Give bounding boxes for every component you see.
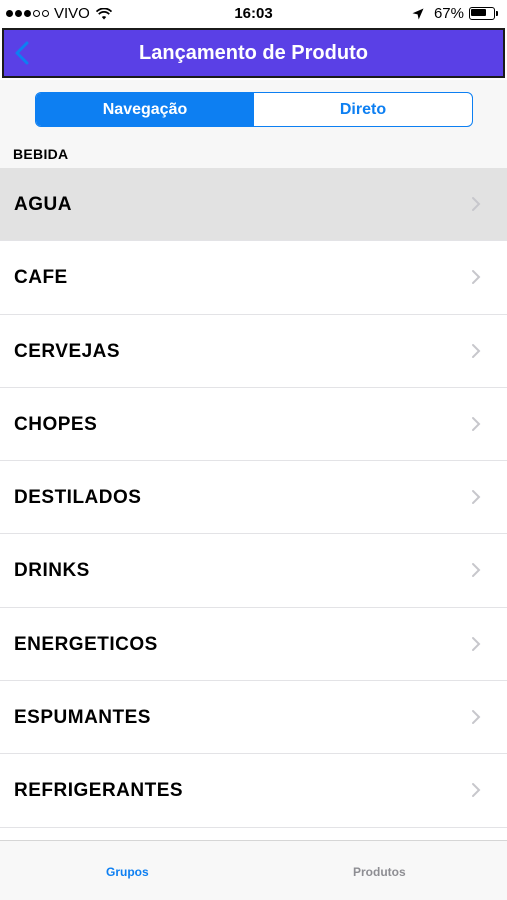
list-item-label: DESTILADOS xyxy=(14,487,142,509)
list-item-energeticos[interactable]: ENERGETICOS xyxy=(0,607,507,682)
status-bar: VIVO 16:03 67% xyxy=(0,0,507,28)
list-item-agua[interactable]: AGUA xyxy=(0,168,507,242)
page-title: Lançamento de Produto xyxy=(139,42,368,64)
list-item-label: ENERGETICOS xyxy=(14,633,158,655)
list-item-label: REFRIGERANTES xyxy=(14,780,184,802)
list-item-refrigerantes[interactable]: REFRIGERANTES xyxy=(0,754,507,828)
battery-fill xyxy=(471,9,486,16)
battery-percent: 67% xyxy=(433,5,464,22)
chevron-right-icon xyxy=(472,783,481,798)
tab-produtos[interactable]: Produtos xyxy=(353,865,406,879)
list-item-cafe[interactable]: CAFE xyxy=(0,241,507,315)
battery-icon xyxy=(469,7,499,20)
tab-grupos[interactable]: Grupos xyxy=(106,865,149,879)
list-item-label: CHOPES xyxy=(14,413,98,435)
chevron-right-icon xyxy=(472,270,481,285)
chevron-right-icon xyxy=(472,416,481,431)
list-item-cervejas[interactable]: CERVEJAS xyxy=(0,314,507,388)
segmented-control: Navegação Direto xyxy=(35,92,473,127)
list-item-label: AGUA xyxy=(14,194,72,215)
chevron-right-icon xyxy=(472,563,481,578)
section-header: BEBIDA xyxy=(0,138,507,168)
status-right: 67% xyxy=(412,5,499,22)
list-item-label: CAFE xyxy=(14,267,68,289)
segment-area: Navegação Direto xyxy=(0,80,507,138)
tab-bar: Grupos Produtos xyxy=(0,840,507,900)
group-list: AGUA CAFE CERVEJAS CHOPES DESTILADOS DRI… xyxy=(0,168,507,828)
chevron-right-icon xyxy=(472,490,481,505)
section-title: BEBIDA xyxy=(13,146,69,162)
list-item-destilados[interactable]: DESTILADOS xyxy=(0,461,507,535)
location-arrow-icon xyxy=(412,8,424,19)
segment-navegacao[interactable]: Navegação xyxy=(36,93,254,126)
chevron-right-icon xyxy=(472,343,481,358)
chevron-right-icon xyxy=(472,197,481,211)
list-item-label: ESPUMANTES xyxy=(14,707,151,729)
list-item-drinks[interactable]: DRINKS xyxy=(0,534,507,608)
chevron-right-icon xyxy=(472,636,481,651)
list-item-chopes[interactable]: CHOPES xyxy=(0,387,507,462)
battery-tip xyxy=(496,11,498,16)
list-item-espumantes[interactable]: ESPUMANTES xyxy=(0,681,507,755)
navigation-bar: Lançamento de Produto xyxy=(2,28,505,78)
chevron-right-icon xyxy=(472,710,481,725)
segment-direto[interactable]: Direto xyxy=(254,93,472,126)
list-item-label: DRINKS xyxy=(14,560,90,582)
list-item-label: CERVEJAS xyxy=(14,340,121,362)
